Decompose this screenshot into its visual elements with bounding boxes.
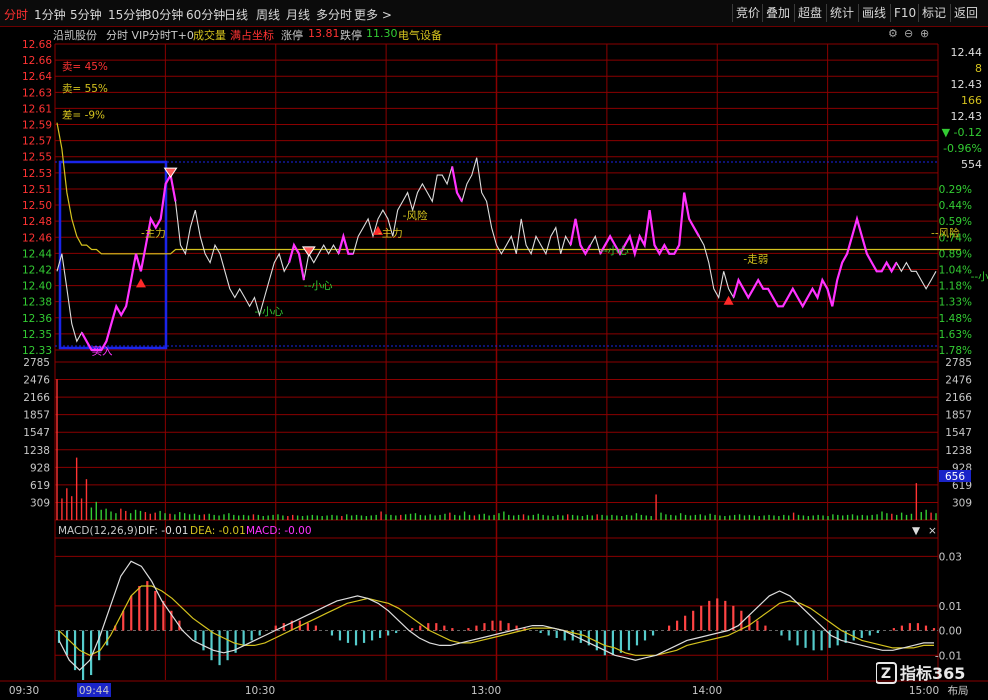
magenta-segment-3 <box>451 166 463 202</box>
macd-dea-label: DEA: -0.01 <box>190 525 246 537</box>
annotation-9: --小心 <box>600 245 629 257</box>
macd-value-label: MACD: -0.00 <box>246 525 312 537</box>
rp-vol3: 554 <box>961 158 982 171</box>
price-tick-left: 12.46 <box>22 232 52 244</box>
volume-tick-right: 2785 <box>945 357 972 369</box>
time-label-1: 09:44 <box>79 685 110 697</box>
price-tick-left: 12.51 <box>22 184 52 196</box>
price-tick-left: 12.68 <box>22 39 52 51</box>
annotation-2: 差= -9% <box>62 108 105 121</box>
macd-title: MACD(12,26,9) <box>58 525 138 537</box>
time-label-0: 09:30 <box>9 685 39 697</box>
annotation-10: -走弱 <box>743 254 768 266</box>
time-label-6: 布局 <box>948 685 969 697</box>
rp-price3: 12.43 <box>950 110 983 123</box>
price-tick-left: 12.35 <box>22 329 52 341</box>
volume-tick-right: 1238 <box>945 445 972 457</box>
volume-tick-right: 1547 <box>945 427 972 439</box>
price-tick-left: 12.38 <box>22 297 52 309</box>
price-tick-right: 1.33% <box>939 297 972 309</box>
volume-tick-left: 309 <box>30 497 50 509</box>
buy-signal-2 <box>723 295 734 305</box>
price-tick-left: 12.61 <box>22 103 52 115</box>
rp-price2: 12.43 <box>950 78 983 91</box>
annotation-5: --小心 <box>255 306 284 318</box>
price-tick-right: 1.18% <box>939 281 972 293</box>
volume-tick-left: 2166 <box>23 392 50 404</box>
price-tick-right: 1.63% <box>939 329 972 341</box>
price-tick-left: 12.63 <box>22 87 52 99</box>
time-label-3: 13:00 <box>471 685 501 697</box>
magenta-segment-4 <box>569 218 592 257</box>
magenta-segment-2 <box>337 232 354 255</box>
volume-tick-left: 1238 <box>23 445 50 457</box>
price-tick-left: 12.36 <box>22 313 52 325</box>
volume-tick-right: 2166 <box>945 392 972 404</box>
annotation-11: --风险 <box>931 226 960 239</box>
price-tick-left: 12.59 <box>22 120 52 132</box>
price-tick-right: 1.04% <box>939 264 972 276</box>
price-tick-left: 12.64 <box>22 71 52 83</box>
time-label-2: 10:30 <box>245 685 275 697</box>
macd-tick: 0.00 <box>939 626 962 638</box>
price-tick-left: 12.48 <box>22 216 52 228</box>
volume-tick-left: 2476 <box>23 375 50 387</box>
volume-tick-left: 1857 <box>23 410 50 422</box>
macd-dropdown-icon: ▼ <box>912 525 921 537</box>
annotation-7: -主力 <box>378 226 403 239</box>
price-tick-left: 12.44 <box>22 248 52 260</box>
svg-text:Z: Z <box>881 666 891 682</box>
avg-price-line <box>56 122 961 255</box>
watermark-logo: Z 指标365 <box>875 661 976 685</box>
macd-tick: 0.01 <box>939 601 962 613</box>
magenta-segment-0 <box>80 171 177 352</box>
annotation-4: -主力 <box>141 226 166 239</box>
price-tick-right: 0.44% <box>939 200 972 212</box>
price-tick-right: 1.48% <box>939 313 972 325</box>
annotation-0: 卖= 45% <box>62 61 108 73</box>
volume-tick-left: 928 <box>30 462 50 474</box>
rp-vol1: 8 <box>975 62 982 75</box>
sell-signal-1 <box>301 246 316 257</box>
annotation-1: 卖= 55% <box>62 83 108 95</box>
price-tick-right: 1.78% <box>939 345 972 357</box>
chart-canvas: 12.68 12.66 12.64 12.63 12.61 12.59 12.57 12.55… <box>0 39 988 697</box>
macd-close-icon: × <box>928 525 937 537</box>
volume-box-label: 656 <box>945 471 965 483</box>
annotation-3: 买入 <box>92 345 113 357</box>
volume-tick-right: 1857 <box>945 410 972 422</box>
annotation-12: --小心 <box>971 271 988 283</box>
price-tick-left: 12.53 <box>22 168 52 180</box>
time-label-4: 14:00 <box>692 685 722 697</box>
price-tick-left: 12.33 <box>22 345 52 357</box>
volume-tick-right: 309 <box>952 497 972 509</box>
magenta-segment-1 <box>288 242 305 281</box>
price-tick-right: 0.29% <box>939 184 972 196</box>
volume-tick-right: 2476 <box>945 375 972 387</box>
rp-change: ▼ -0.12 <box>941 126 982 139</box>
volume-tick-left: 619 <box>30 480 50 492</box>
volume-tick-left: 2785 <box>23 357 50 369</box>
price-tick-left: 12.42 <box>22 264 52 276</box>
price-tick-right: 0.89% <box>939 248 972 260</box>
price-tick-left: 12.57 <box>22 136 52 148</box>
rp-price1: 12.44 <box>950 46 983 59</box>
price-tick-left: 12.55 <box>22 152 52 164</box>
svg-text:指标365: 指标365 <box>900 664 965 683</box>
annotation-8: -风险 <box>403 209 428 222</box>
rp-change-pct: -0.96% <box>943 142 982 155</box>
price-tick-left: 12.40 <box>22 281 52 293</box>
buy-signal-0 <box>135 278 146 288</box>
time-label-5: 15:00 <box>909 685 939 697</box>
volume-tick-left: 1547 <box>23 427 50 439</box>
macd-dif-label: DIF: -0.01 <box>138 525 188 537</box>
annotation-6: --小心 <box>304 280 333 292</box>
macd-tick: 0.03 <box>939 551 962 563</box>
price-tick-left: 12.50 <box>22 200 52 212</box>
price-tick-left: 12.66 <box>22 55 52 67</box>
rp-vol2: 166 <box>961 94 982 107</box>
